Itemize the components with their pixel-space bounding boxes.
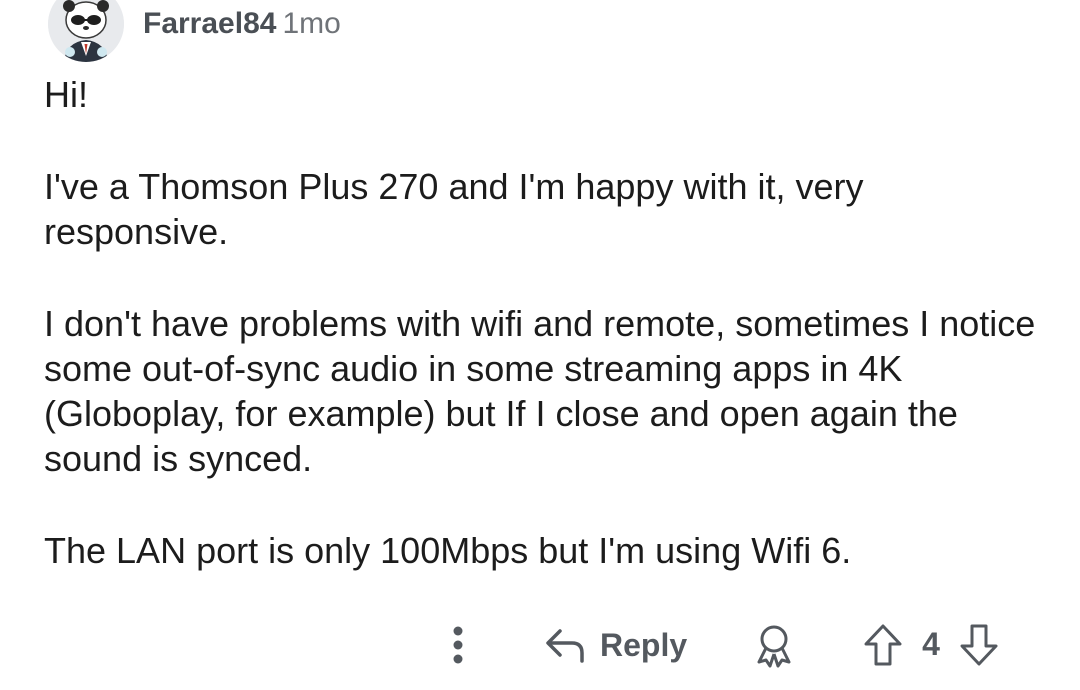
comment-meta: Farrael84 1mo: [143, 6, 341, 42]
award-button[interactable]: [750, 620, 798, 670]
reply-button[interactable]: Reply: [544, 618, 687, 672]
reply-label: Reply: [600, 626, 688, 663]
username[interactable]: Farrael84: [143, 7, 276, 40]
vertical-dots-icon: [453, 626, 463, 664]
award-icon: [757, 625, 791, 668]
user-avatar[interactable]: [48, 0, 124, 62]
downvote-arrow-icon: [960, 624, 998, 666]
vote-score: 4: [922, 626, 940, 662]
comment: Farrael84 1mo Hi! I've a Thomson Plus 270…: [0, 0, 1080, 690]
comment-paragraph: Hi!: [44, 74, 88, 115]
reply-arrow-icon: [546, 629, 584, 663]
comment-paragraph: The LAN port is only 100Mbps but I'm usi…: [44, 530, 852, 571]
comment-age: 1mo: [282, 7, 341, 40]
comment-body: Hi! I've a Thomson Plus 270 and I'm happ…: [44, 72, 1044, 620]
comment-actions: Reply 4: [0, 618, 1080, 674]
panda-avatar-icon: [48, 0, 124, 62]
more-options-button[interactable]: [440, 618, 476, 672]
downvote-button[interactable]: [956, 620, 1002, 670]
comment-paragraph: I don't have problems with wifi and remo…: [44, 303, 1036, 479]
comment-paragraph: I've a Thomson Plus 270 and I'm happy wi…: [44, 166, 864, 252]
upvote-arrow-icon: [864, 624, 902, 666]
upvote-button[interactable]: [860, 620, 906, 670]
